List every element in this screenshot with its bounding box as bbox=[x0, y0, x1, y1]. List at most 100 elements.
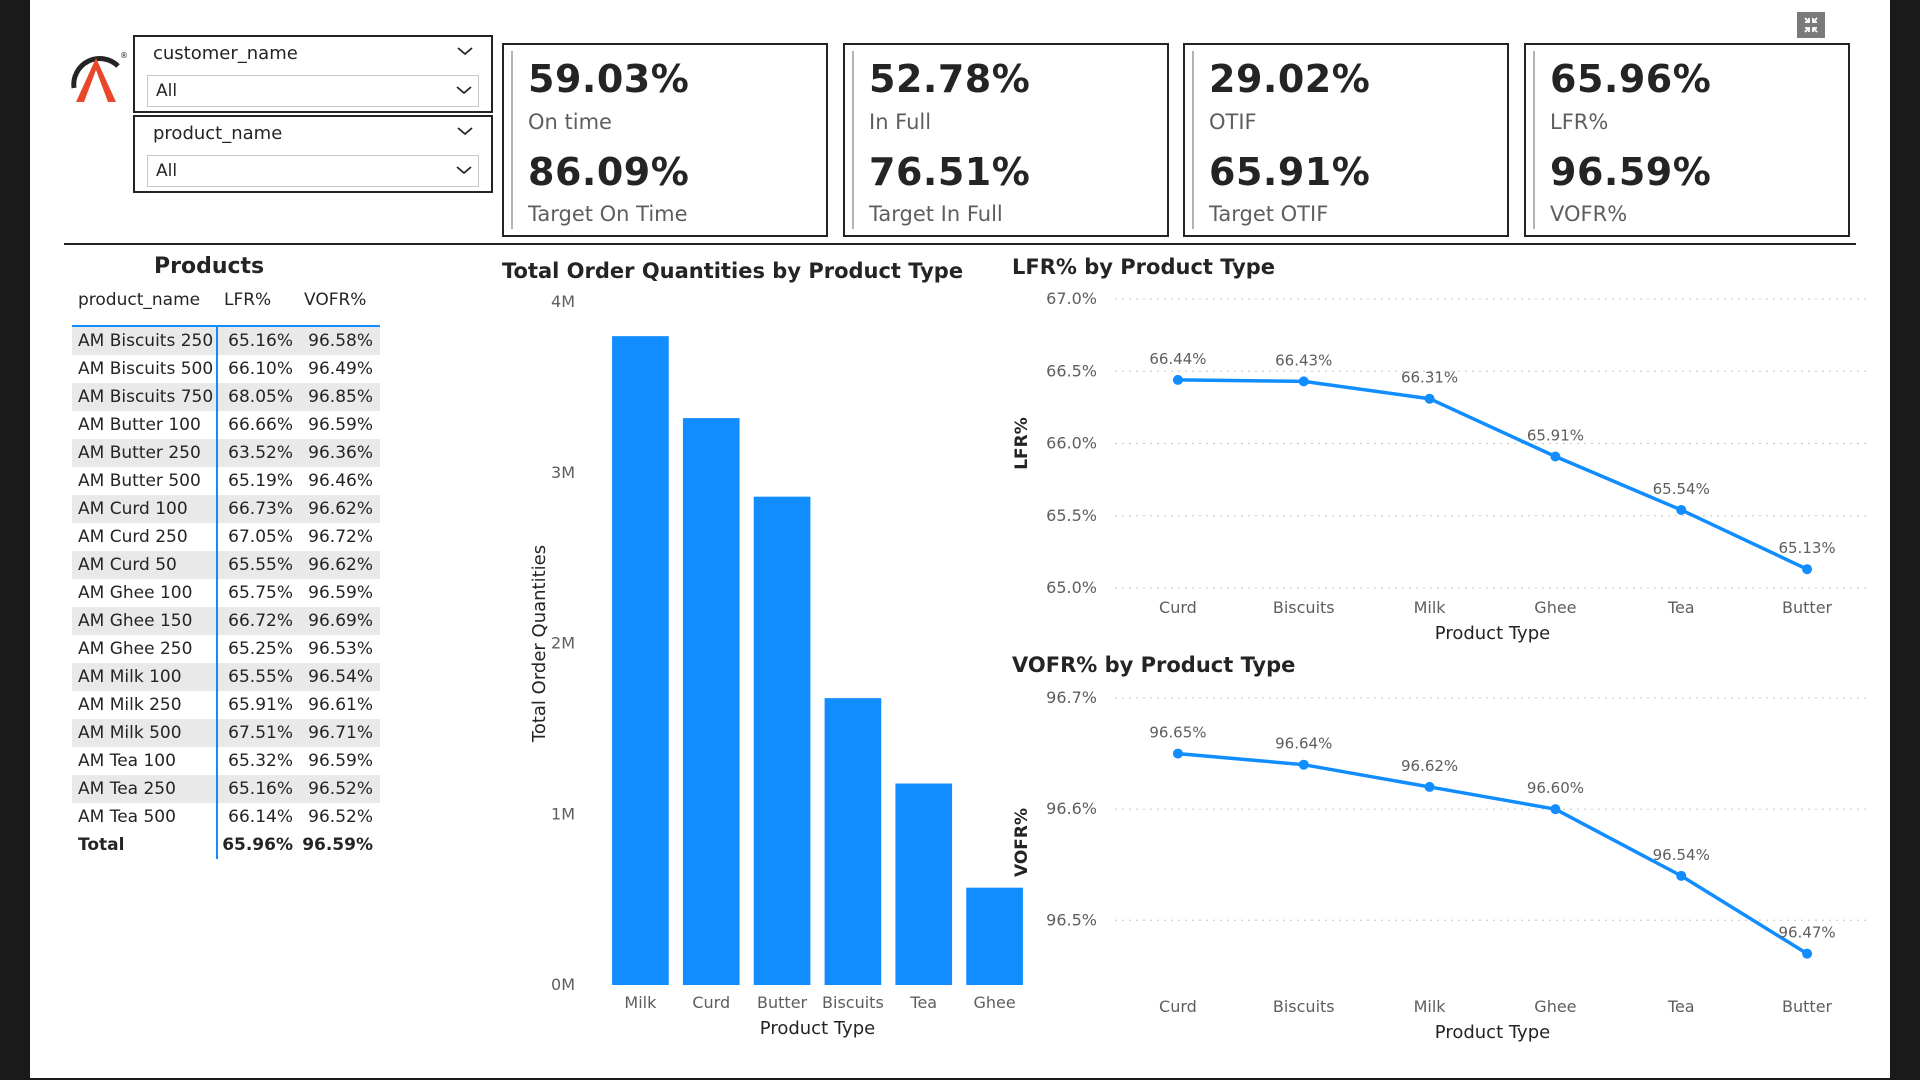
vofr-cell: 96.36% bbox=[308, 443, 373, 463]
x-tick-label: Ghee bbox=[1534, 997, 1576, 1016]
product-name-cell: AM Biscuits 500 bbox=[78, 359, 214, 379]
product-name-cell: AM Butter 250 bbox=[78, 443, 201, 463]
y-tick-label: 65.5% bbox=[1046, 506, 1097, 525]
lfr-cell: 67.51% bbox=[228, 723, 293, 743]
lfr-cell: 65.16% bbox=[228, 331, 293, 351]
lfr-chart-title: LFR% by Product Type bbox=[1012, 255, 1276, 279]
table-row[interactable]: AM Milk 500 67.51% 96.71% bbox=[72, 719, 380, 747]
product-name-cell: AM Curd 100 bbox=[78, 499, 188, 519]
chevron-down-icon[interactable] bbox=[455, 121, 475, 141]
bar bbox=[753, 496, 811, 985]
x-tick-label: Butter bbox=[1782, 997, 1833, 1016]
bar bbox=[682, 418, 740, 985]
table-row[interactable]: AM Tea 250 65.16% 96.52% bbox=[72, 775, 380, 803]
x-tick-label: Curd bbox=[1159, 598, 1197, 617]
x-tick-label: Milk bbox=[1414, 997, 1447, 1016]
x-tick-label: Butter bbox=[757, 993, 808, 1012]
data-label: 65.13% bbox=[1778, 539, 1835, 557]
table-row[interactable]: AM Milk 100 65.55% 96.54% bbox=[72, 663, 380, 691]
x-axis-title: Product Type bbox=[1435, 623, 1550, 644]
lfr-cell: 66.10% bbox=[228, 359, 293, 379]
x-tick-label: Ghee bbox=[1534, 598, 1576, 617]
product-name-dropdown[interactable]: All bbox=[147, 155, 479, 187]
lfr-cell: 65.55% bbox=[228, 555, 293, 575]
table-row[interactable]: AM Biscuits 250 65.16% 96.58% bbox=[72, 327, 380, 355]
table-row[interactable]: AM Curd 100 66.73% 96.62% bbox=[72, 495, 380, 523]
column-header[interactable]: product_name bbox=[78, 290, 200, 310]
kpi-card-on-time: 59.03% On time 86.09% Target On Time bbox=[502, 43, 828, 237]
kpi-value: 29.02% bbox=[1209, 57, 1371, 101]
lfr-cell: 66.66% bbox=[228, 415, 293, 435]
data-label: 96.54% bbox=[1653, 846, 1710, 864]
data-label: 96.65% bbox=[1149, 724, 1206, 742]
card-accent bbox=[511, 51, 513, 229]
table-row[interactable]: AM Butter 500 65.19% 96.46% bbox=[72, 467, 380, 495]
data-point bbox=[1802, 948, 1813, 959]
product-name-cell: AM Ghee 250 bbox=[78, 639, 193, 659]
series-line bbox=[1177, 378, 1808, 571]
product-name-cell: AM Tea 250 bbox=[78, 779, 176, 799]
chevron-down-icon[interactable] bbox=[454, 80, 474, 100]
table-row[interactable]: AM Butter 100 66.66% 96.59% bbox=[72, 411, 380, 439]
kpi-label: LFR% bbox=[1550, 110, 1609, 134]
vofr-cell: 96.52% bbox=[308, 807, 373, 827]
data-point bbox=[1550, 804, 1561, 815]
vofr-cell: 96.61% bbox=[308, 695, 373, 715]
table-row[interactable]: AM Butter 250 63.52% 96.36% bbox=[72, 439, 380, 467]
chevron-down-icon[interactable] bbox=[454, 160, 474, 180]
table-row[interactable]: AM Ghee 150 66.72% 96.69% bbox=[72, 607, 380, 635]
table-row[interactable]: AM Ghee 250 65.25% 96.53% bbox=[72, 635, 380, 663]
table-row[interactable]: AM Biscuits 500 66.10% 96.49% bbox=[72, 355, 380, 383]
table-row[interactable]: AM Curd 250 67.05% 96.72% bbox=[72, 523, 380, 551]
x-tick-label: Tea bbox=[909, 993, 937, 1012]
column-header[interactable]: LFR% bbox=[224, 290, 271, 310]
data-label: 66.44% bbox=[1149, 350, 1206, 368]
focus-mode-icon[interactable] bbox=[1797, 12, 1825, 38]
vofr-cell: 96.54% bbox=[308, 667, 373, 687]
vofr-cell: 96.69% bbox=[308, 611, 373, 631]
data-label: 65.91% bbox=[1527, 427, 1584, 445]
vofr-cell: 96.59% bbox=[308, 415, 373, 435]
table-row[interactable]: AM Milk 250 65.91% 96.61% bbox=[72, 691, 380, 719]
data-point bbox=[1298, 759, 1309, 770]
lfr-cell: 65.16% bbox=[228, 779, 293, 799]
data-point bbox=[1424, 781, 1435, 792]
product-name-slicer[interactable]: product_name All bbox=[133, 115, 493, 193]
lfr-cell: 65.32% bbox=[228, 751, 293, 771]
customer-name-dropdown[interactable]: All bbox=[147, 75, 479, 107]
vofr-cell: 96.85% bbox=[308, 387, 373, 407]
lfr-cell: 65.19% bbox=[228, 471, 293, 491]
product-name-cell: AM Milk 500 bbox=[78, 723, 182, 743]
table-row[interactable]: AM Curd 50 65.55% 96.62% bbox=[72, 551, 380, 579]
data-point bbox=[1676, 870, 1687, 881]
lfr-cell: 65.55% bbox=[228, 667, 293, 687]
customer-name-slicer[interactable]: customer_name All bbox=[133, 35, 493, 113]
y-tick-label: 96.5% bbox=[1046, 910, 1097, 929]
y-tick-label: 4M bbox=[551, 292, 575, 311]
table-row[interactable]: AM Ghee 100 65.75% 96.59% bbox=[72, 579, 380, 607]
x-axis-title: Product Type bbox=[760, 1018, 875, 1039]
bar-chart-title: Total Order Quantities by Product Type bbox=[502, 259, 964, 283]
kpi-label: Target On Time bbox=[528, 202, 688, 226]
table-row[interactable]: AM Tea 100 65.32% 96.59% bbox=[72, 747, 380, 775]
company-logo: ® bbox=[71, 51, 128, 102]
vofr-cell: 96.71% bbox=[308, 723, 373, 743]
lfr-cell: 65.91% bbox=[228, 695, 293, 715]
data-label: 96.60% bbox=[1527, 779, 1584, 797]
y-tick-label: 96.7% bbox=[1046, 688, 1097, 707]
table-row[interactable]: AM Biscuits 750 68.05% 96.85% bbox=[72, 383, 380, 411]
data-point bbox=[1172, 374, 1183, 385]
table-row[interactable]: AM Tea 500 66.14% 96.52% bbox=[72, 803, 380, 831]
x-tick-label: Tea bbox=[1667, 997, 1695, 1016]
data-label: 96.64% bbox=[1275, 735, 1332, 753]
y-tick-label: 66.5% bbox=[1046, 361, 1097, 380]
column-header[interactable]: VOFR% bbox=[304, 290, 366, 310]
kpi-value: 59.03% bbox=[528, 57, 690, 101]
report-canvas: ® customer_name All product_name All 59.… bbox=[30, 0, 1890, 1078]
y-axis-title: Total Order Quantities bbox=[529, 545, 550, 743]
table-title: Products bbox=[154, 254, 265, 279]
chevron-down-icon[interactable] bbox=[455, 41, 475, 61]
product-name-cell: AM Biscuits 250 bbox=[78, 331, 214, 351]
card-accent bbox=[1533, 51, 1535, 229]
column-separator bbox=[216, 327, 218, 859]
